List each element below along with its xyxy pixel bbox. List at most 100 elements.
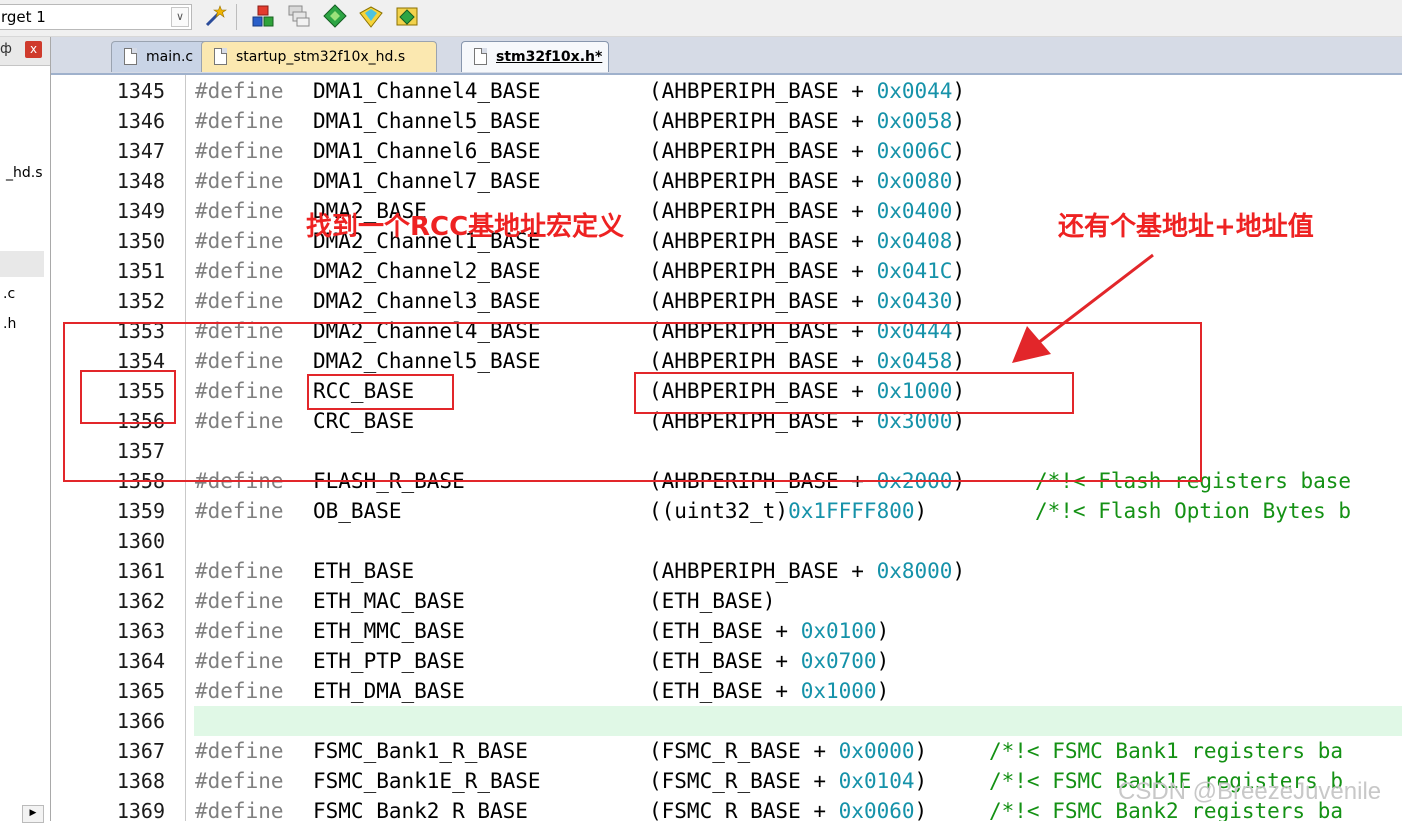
macro-value: (AHBPERIPH_BASE + 0x0408) (649, 226, 965, 256)
value-suffix: ) (876, 649, 890, 673)
macro-name: DMA1_Channel6_BASE (313, 139, 541, 163)
code-line: 1365 #define ETH_DMA_BASE (ETH_BASE + 0x100… (51, 676, 1402, 706)
line-number: 1350 (116, 229, 165, 253)
macro-name: ETH_MMC_BASE (313, 619, 465, 643)
project-panel: ф x _hd.s .c .h ▶ (0, 37, 51, 823)
tab-main-c[interactable]: main.c (111, 41, 211, 72)
manage-components-icon[interactable] (250, 3, 276, 29)
hex-literal: 0x0080 (876, 169, 953, 193)
toolbar: rget 1 ∨ (0, 0, 1402, 37)
code-line: 1360 (51, 526, 1402, 556)
code-line: 1367 #define FSMC_Bank1_R_BASE (FSMC_R_BASE… (51, 736, 1402, 766)
hex-literal: 0x0400 (876, 199, 953, 223)
macro-value: ((uint32_t)0x1FFFF800) (649, 496, 927, 526)
line-number: 1349 (116, 199, 165, 223)
line-number: 1345 (116, 79, 165, 103)
project-file-item[interactable]: .h (3, 316, 16, 332)
macro-value: (AHBPERIPH_BASE + 0x0400) (649, 196, 965, 226)
code-line: 1345 #define DMA1_Channel4_BASE (AHBPERIPH_… (51, 76, 1402, 106)
file-icon (214, 48, 227, 65)
define-keyword: #define (195, 169, 284, 193)
value-suffix: ) (876, 679, 890, 703)
value-prefix: (AHBPERIPH_BASE + (649, 169, 877, 193)
editor-tab-bar: main.c startup_stm32f10x_hd.s stm32f10x.… (51, 37, 1402, 75)
value-suffix: ) (952, 229, 966, 253)
yellow-diamond-icon[interactable] (358, 3, 384, 29)
tab-stm32f10x-h[interactable]: stm32f10x.h* (461, 41, 609, 72)
macro-value: (AHBPERIPH_BASE + 0x006C) (649, 136, 965, 166)
close-icon[interactable]: x (25, 41, 42, 58)
macro-name: DMA1_Channel7_BASE (313, 169, 541, 193)
define-keyword: #define (195, 679, 284, 703)
macro-value: (AHBPERIPH_BASE + 0x041C) (649, 256, 965, 286)
value-suffix: ) (914, 769, 928, 793)
scroll-right-icon[interactable]: ▶ (22, 805, 44, 823)
annotation-line-number-box (80, 370, 176, 424)
macro-value: (AHBPERIPH_BASE + 0x0044) (649, 76, 965, 106)
define-keyword: #define (195, 259, 284, 283)
annotation-address-value-box (634, 372, 1074, 414)
toolbar-separator (236, 4, 237, 30)
macro-value: (AHBPERIPH_BASE + 0x8000) (649, 556, 965, 586)
macro-name: FSMC_Bank2_R_BASE (313, 799, 528, 821)
line-number: 1366 (116, 709, 165, 733)
hex-literal: 0x0058 (876, 109, 953, 133)
macro-name: OB_BASE (313, 499, 402, 523)
define-keyword: #define (195, 619, 284, 643)
macro-name: ETH_BASE (313, 559, 415, 583)
manage-layers-icon[interactable] (286, 3, 312, 29)
value-suffix: ) (876, 619, 890, 643)
tab-startup-file[interactable]: startup_stm32f10x_hd.s (201, 41, 437, 72)
line-number: 1348 (116, 169, 165, 193)
file-icon (124, 48, 137, 65)
value-suffix: ) (952, 289, 966, 313)
value-prefix: (AHBPERIPH_BASE + (649, 259, 877, 283)
hex-literal: 0x0060 (838, 799, 915, 821)
macro-name: FSMC_Bank1E_R_BASE (313, 769, 541, 793)
define-keyword: #define (195, 229, 284, 253)
value-suffix: ) (952, 559, 966, 583)
tab-label: startup_stm32f10x_hd.s (236, 49, 406, 65)
green-diamond-icon[interactable] (322, 3, 348, 29)
define-keyword: #define (195, 289, 284, 313)
value-suffix: ) (914, 739, 928, 763)
macro-name: DMA1_Channel4_BASE (313, 79, 541, 103)
code-line: 1359 #define OB_BASE ((uint32_t)0x1FFFF800)… (51, 496, 1402, 526)
annotation-label-rcc: 找到一个RCC基地址宏定义 (306, 212, 625, 242)
code-line: 1363 #define ETH_MMC_BASE (ETH_BASE + 0x010… (51, 616, 1402, 646)
macro-value: (AHBPERIPH_BASE + 0x0430) (649, 286, 965, 316)
project-file-item[interactable]: _hd.s (6, 165, 43, 181)
line-number: 1364 (116, 649, 165, 673)
line-number: 1351 (116, 259, 165, 283)
macro-value: (AHBPERIPH_BASE + 0x0080) (649, 166, 965, 196)
value-suffix: ) (952, 199, 966, 223)
pin-icon[interactable]: ф (0, 41, 12, 57)
value-prefix: (AHBPERIPH_BASE + (649, 289, 877, 313)
line-number: 1346 (116, 109, 165, 133)
project-file-item[interactable]: .c (3, 286, 15, 302)
line-number: 1347 (116, 139, 165, 163)
macro-value: (ETH_BASE) (649, 586, 775, 616)
define-keyword: #define (195, 139, 284, 163)
value-prefix: (AHBPERIPH_BASE + (649, 229, 877, 253)
value-prefix: (AHBPERIPH_BASE + (649, 139, 877, 163)
selected-tree-row[interactable] (0, 251, 44, 277)
magic-wand-icon[interactable] (202, 3, 228, 29)
macro-value: (FSMC_R_BASE + 0x0000) (649, 736, 927, 766)
pack-installer-icon[interactable] (394, 3, 420, 29)
macro-name: ETH_PTP_BASE (313, 649, 465, 673)
chevron-down-icon[interactable]: ∨ (171, 7, 189, 27)
line-number: 1362 (116, 589, 165, 613)
line-number: 1363 (116, 619, 165, 643)
code-comment: /*!< Flash Option Bytes b (1035, 499, 1352, 523)
code-line: 1351 #define DMA2_Channel2_BASE (AHBPERIPH_… (51, 256, 1402, 286)
value-prefix: (AHBPERIPH_BASE + (649, 79, 877, 103)
value-prefix: (FSMC_R_BASE + (649, 739, 839, 763)
define-keyword: #define (195, 739, 284, 763)
line-number: 1369 (116, 799, 165, 821)
target-select[interactable]: rget 1 ∨ (0, 4, 192, 30)
code-comment: /*!< FSMC Bank1 registers ba (989, 739, 1344, 763)
macro-name: ETH_MAC_BASE (313, 589, 465, 613)
line-number: 1361 (116, 559, 165, 583)
value-prefix: (ETH_BASE + (649, 619, 801, 643)
